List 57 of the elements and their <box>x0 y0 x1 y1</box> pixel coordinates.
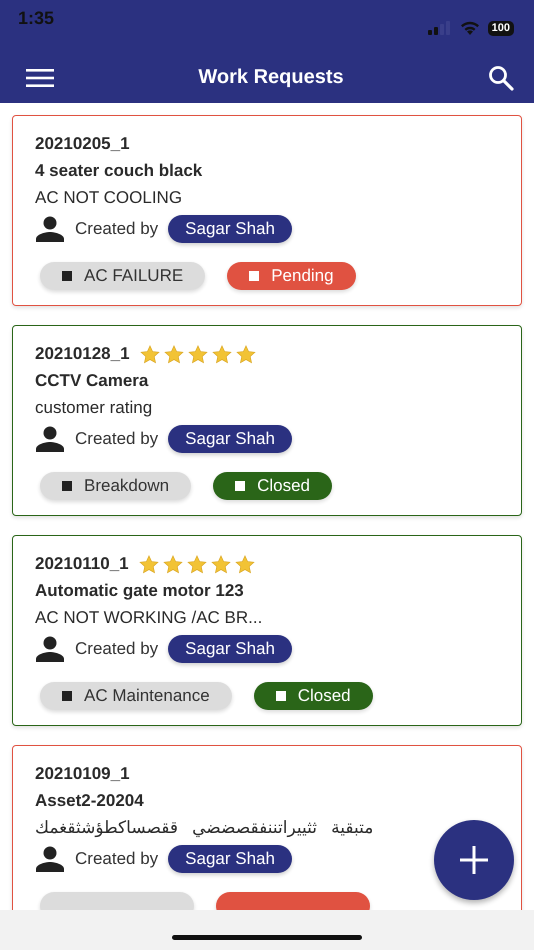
request-card[interactable]: 20210128_1 CCTV Camera customer rating Created by Sagar Shah Breakdown Closed <box>12 325 522 516</box>
square-icon <box>62 481 72 491</box>
request-description: AC NOT WORKING /AC BR... <box>35 608 262 628</box>
created-by-label: Created by <box>75 639 158 659</box>
square-icon <box>276 691 286 701</box>
star-icon <box>210 554 231 574</box>
star-icon <box>212 344 232 364</box>
status-tag: Pending <box>227 262 356 290</box>
status-tag: Closed <box>213 472 332 500</box>
search-button[interactable] <box>488 64 514 90</box>
page-title: Work Requests <box>198 66 344 89</box>
request-description: customer rating <box>35 398 152 418</box>
creator-name: Sagar Shah <box>168 425 292 453</box>
star-icon <box>234 554 255 574</box>
creator-name: Sagar Shah <box>168 215 292 243</box>
category-tag: AC FAILURE <box>40 262 206 290</box>
request-id: 20210110_1 <box>35 554 129 574</box>
asset-name: Automatic gate motor 123 <box>35 581 245 601</box>
status-time: 1:35 <box>18 8 54 30</box>
created-by-label: Created by <box>75 219 158 239</box>
request-card[interactable]: 20210110_1 Automatic gate motor 123 AC NOT WORKING /AC BR... Created by Sagar Shah AC Maintenance Closed <box>12 535 522 726</box>
star-icon <box>186 554 207 574</box>
asset-name: CCTV Camera <box>35 371 150 391</box>
asset-name: Asset2-20204 <box>35 791 145 811</box>
asset-name: 4 seater couch black <box>35 161 204 181</box>
created-by-label: Created by <box>75 849 158 869</box>
person-icon <box>35 846 65 872</box>
request-id: 20210109_1 <box>35 764 130 784</box>
category-tag: Breakdown <box>40 472 192 500</box>
request-description: متبقية ثثييراتننفقصضضي ققصساكطؤشثقغمك <box>35 818 374 838</box>
signal-icon <box>428 21 452 35</box>
square-icon <box>235 481 246 491</box>
star-icon <box>188 344 208 364</box>
square-icon <box>249 271 260 281</box>
request-description: AC NOT COOLING <box>35 188 182 208</box>
category-tag: AC Maintenance <box>40 682 232 710</box>
person-icon <box>35 216 65 242</box>
request-id: 20210128_1 <box>35 344 130 364</box>
menu-button[interactable] <box>26 68 54 86</box>
creator-name: Sagar Shah <box>168 845 292 873</box>
star-icon <box>138 554 159 574</box>
request-card[interactable]: 20210205_1 4 seater couch black AC NOT COOLING Created by Sagar Shah AC FAILURE Pending <box>12 115 522 306</box>
person-icon <box>35 636 65 662</box>
request-id: 20210205_1 <box>35 134 130 154</box>
star-icon <box>140 344 160 364</box>
plus-icon <box>458 844 490 876</box>
square-icon <box>62 691 72 701</box>
star-icon <box>236 344 256 364</box>
star-icon <box>164 344 184 364</box>
created-by-label: Created by <box>75 429 158 449</box>
battery-level: 100 <box>488 20 514 36</box>
creator-name: Sagar Shah <box>168 635 292 663</box>
status-tag: Closed <box>254 682 373 710</box>
person-icon <box>35 426 65 452</box>
wifi-icon <box>460 21 480 35</box>
star-icon <box>162 554 183 574</box>
square-icon <box>62 271 72 281</box>
